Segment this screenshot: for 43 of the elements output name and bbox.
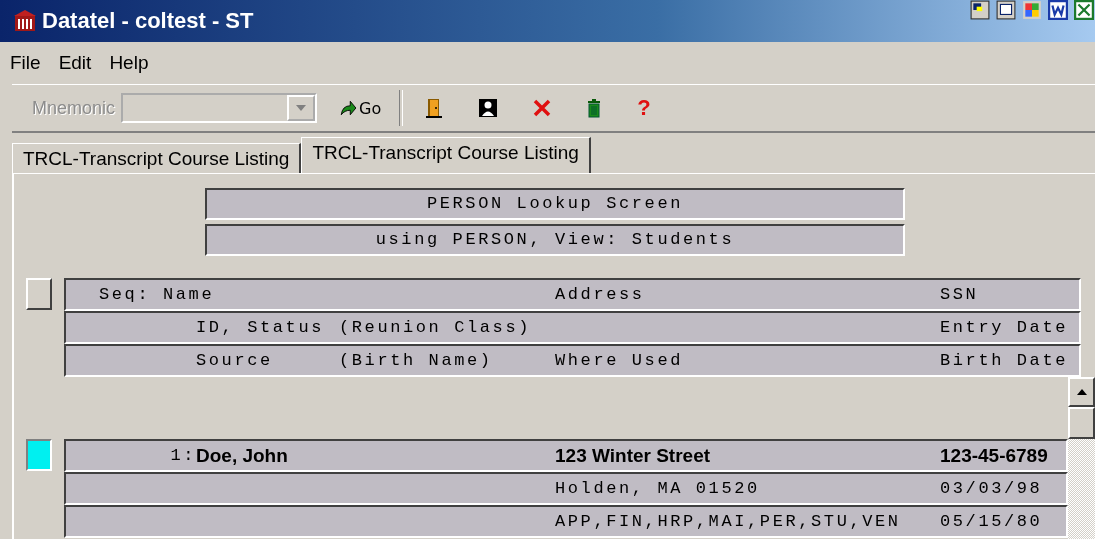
record-field: 123-45-6789 [940, 444, 1048, 467]
screen-title: PERSON Lookup Screen [205, 188, 905, 220]
screen-title: using PERSON, View: Students [205, 224, 905, 256]
window-icon[interactable] [995, 0, 1017, 20]
menu-item[interactable]: Edit [58, 52, 92, 74]
column-header: Birth Date [940, 351, 1069, 370]
column-header: (Birth Name) [339, 351, 493, 370]
window-icon[interactable] [969, 0, 991, 20]
column-header: Source [196, 351, 273, 370]
column-header: Address [555, 285, 645, 304]
column-header: Seq: Name [99, 285, 215, 304]
building-icon [14, 10, 36, 32]
trash-can-icon[interactable] [587, 98, 602, 118]
dropdown-arrow-icon [296, 105, 307, 111]
record-field: 03/03/98 [940, 479, 1043, 498]
person-icon[interactable] [479, 98, 498, 118]
close-icon[interactable] [533, 98, 552, 118]
record-field: 1: [170, 446, 196, 465]
record-field: 123 Winter Street [555, 444, 711, 467]
mnemonic-field[interactable] [121, 93, 318, 123]
tab[interactable]: TRCL-Transcript Course Listing [301, 137, 591, 173]
column-header: Where Used [555, 351, 684, 370]
record-field: Holden, MA 01520 [555, 479, 760, 498]
menu-item[interactable]: File [10, 52, 41, 74]
window-title: Datatel - coltest - ST [42, 8, 254, 34]
scroll-thumb[interactable] [1068, 407, 1095, 439]
column-header: SSN [940, 285, 979, 304]
column-header: ID, Status [196, 318, 325, 337]
record-field: APP,FIN,HRP,MAI,PER,STU,VEN [555, 512, 901, 531]
scrollbar[interactable] [1068, 377, 1095, 539]
door-icon[interactable] [425, 98, 444, 118]
column-header: Entry Date [940, 318, 1069, 337]
menu-item[interactable]: Help [109, 52, 149, 74]
record-field: 05/15/80 [940, 512, 1043, 531]
document-icon[interactable] [1047, 0, 1069, 20]
mnemonic-label: Mnemonic [32, 97, 116, 119]
up-arrow-icon[interactable] [1076, 389, 1087, 395]
tab[interactable]: TRCL-Transcript Course Listing [12, 143, 302, 173]
record-field: Doe, John [196, 444, 288, 467]
spreadsheet-icon[interactable] [1073, 0, 1095, 20]
column-header: (Reunion Class) [339, 318, 532, 337]
go-button[interactable]: Go [335, 96, 386, 120]
arrow-icon [339, 99, 358, 117]
